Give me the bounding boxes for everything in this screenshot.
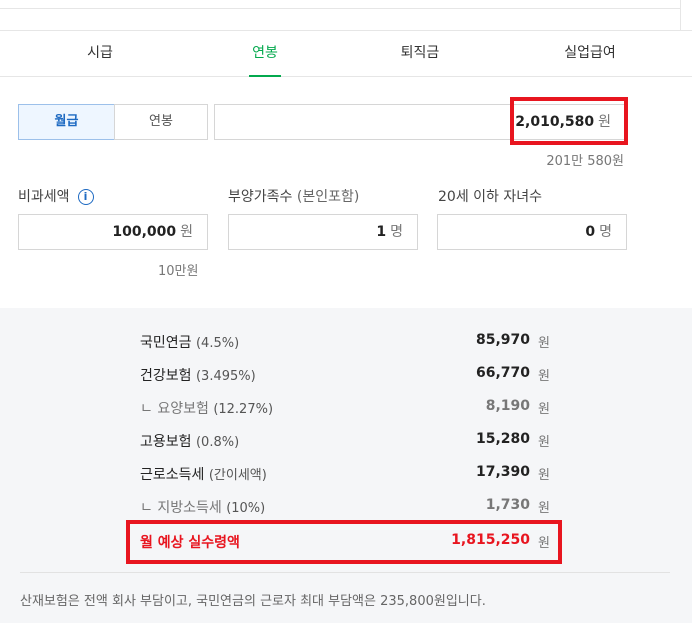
children-label: 20세 이하 자녀수 [438,189,542,205]
dependents-label: 부양가족수 (본인포함) [228,189,360,205]
nontax-korean-hint: 10만원 [158,264,199,279]
children-input[interactable]: 0명 [437,214,627,250]
result-row-income-tax: 근로소득세 (간이세액) 17,390 원 [140,464,550,483]
tab-unemployment[interactable]: 실업급여 [530,31,650,77]
result-row-health: 건강보험 (3.495%) 66,770 원 [140,365,550,384]
result-row-local-tax: ㄴ 지방소득세 (10%) 1,730 원 [140,497,550,516]
monthly-toggle[interactable]: 월급 [18,104,115,140]
salary-highlight-box [510,97,628,145]
tab-hourly[interactable]: 시급 [40,31,160,77]
result-row-longterm-care: ㄴ 요양보험 (12.27%) 8,190 원 [140,398,550,417]
calculator-tabs: 시급 연봉 퇴직금 실업급여 [0,30,692,77]
results-divider [20,572,670,573]
footnote: 산재보험은 전액 회사 부담이고, 국민연금의 근로자 최대 부담액은 235,… [20,594,486,609]
tab-severance[interactable]: 퇴직금 [360,31,480,77]
result-row-net-pay: 월 예상 실수령액 1,815,250 원 [140,532,550,551]
result-row-employment: 고용보험 (0.8%) 15,280 원 [140,431,550,450]
nontax-input[interactable]: 100,000 원 [18,214,208,250]
dependents-input[interactable]: 1명 [228,214,418,250]
annual-toggle[interactable]: 연봉 [114,104,208,140]
top-band [0,0,692,30]
right-border [680,0,681,30]
tab-annual[interactable]: 연봉 [205,31,325,77]
info-icon[interactable]: i [77,189,94,205]
nontax-label: 비과세액 i [18,186,94,206]
top-divider [0,8,680,9]
salary-korean-hint: 201만 580원 [546,154,624,169]
result-row-pension: 국민연금 (4.5%) 85,970 원 [140,332,550,351]
